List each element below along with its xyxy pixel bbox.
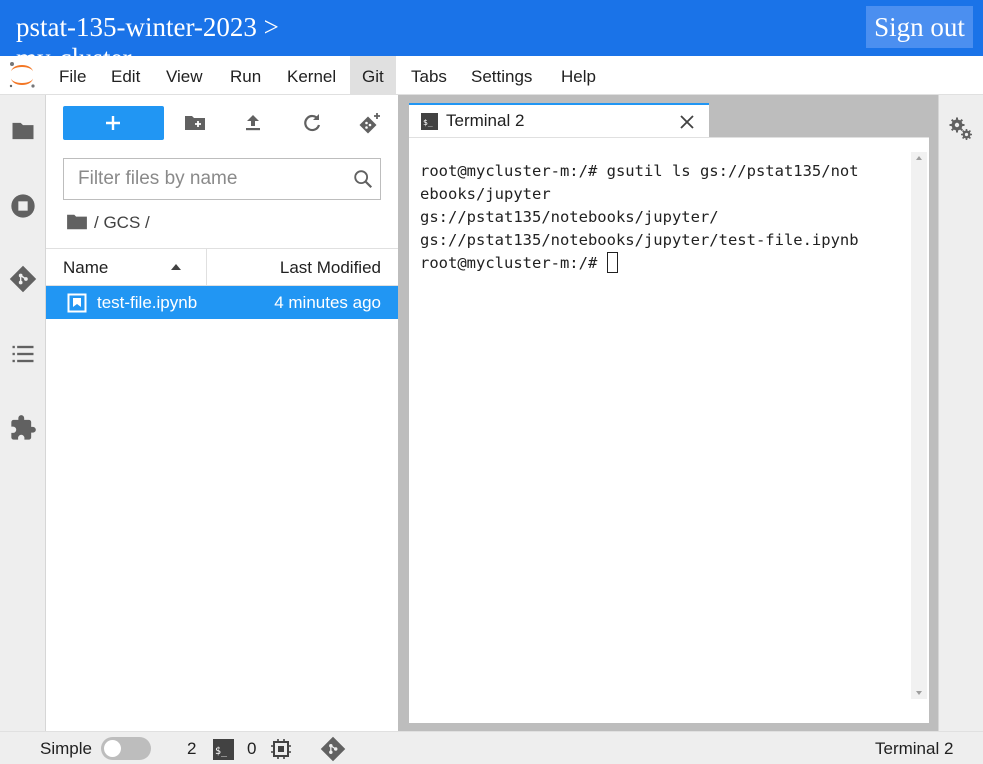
terminal-line: gs://pstat135/notebooks/jupyter/test-fil… — [420, 231, 859, 249]
current-activity-label: Terminal 2 — [875, 739, 954, 758]
sort-ascending-icon — [171, 264, 181, 270]
terminal-line: root@mycluster-m:/# gsutil ls gs://pstat… — [420, 162, 859, 180]
terminal-prompt: root@mycluster-m:/# — [420, 254, 607, 272]
kernel-chip-icon[interactable] — [270, 738, 292, 760]
svg-text:$_: $_ — [215, 746, 228, 757]
breadcrumb-cluster[interactable]: my-cluster — [16, 41, 131, 56]
git-icon[interactable] — [9, 265, 37, 293]
new-folder-icon[interactable] — [183, 111, 207, 135]
running-icon[interactable] — [9, 192, 37, 220]
terminal-count[interactable]: 2 — [187, 732, 196, 764]
terminal-icon[interactable]: $_ — [213, 739, 234, 760]
column-divider[interactable] — [206, 249, 207, 285]
menu-run[interactable]: Run — [218, 56, 273, 95]
breadcrumb-path[interactable]: / GCS / — [94, 213, 150, 232]
main-dock-area: $_ Terminal 2 root@mycluster-m:/# gsutil… — [398, 95, 938, 731]
git-clone-icon[interactable] — [358, 111, 382, 135]
tab-terminal-2[interactable]: $_ Terminal 2 — [409, 103, 709, 137]
file-filter-input[interactable] — [65, 160, 335, 198]
git-status-icon[interactable] — [320, 736, 346, 762]
property-inspector-gears-icon[interactable] — [948, 116, 974, 142]
kernel-count[interactable]: 0 — [247, 732, 256, 764]
terminal-line: ebooks/jupyter — [420, 185, 551, 203]
menu-view[interactable]: View — [154, 56, 215, 95]
terminal-icon: $_ — [421, 113, 438, 130]
folder-icon[interactable] — [9, 117, 37, 145]
extension-icon[interactable] — [9, 414, 37, 442]
terminal-scrollbar[interactable] — [911, 152, 927, 699]
menu-kernel[interactable]: Kernel — [275, 56, 348, 95]
search-icon — [354, 170, 373, 189]
terminal-line: gs://pstat135/notebooks/jupyter/ — [420, 208, 719, 226]
column-header-last-modified[interactable]: Last Modified — [280, 249, 381, 285]
upload-icon[interactable] — [241, 111, 265, 135]
terminal-prompt-line: root@mycluster-m:/# — [420, 252, 859, 275]
jupyter-logo-icon — [9, 62, 35, 88]
file-filter-field[interactable] — [63, 158, 381, 200]
status-bar: Simple 2 $_ 0 Terminal 2 — [0, 731, 983, 764]
menu-edit[interactable]: Edit — [99, 56, 152, 95]
left-activity-bar — [0, 95, 46, 731]
plus-icon — [106, 116, 120, 130]
file-name: test-file.ipynb — [97, 293, 198, 312]
file-list-item[interactable]: test-file.ipynb 4 minutes ago — [46, 286, 398, 319]
menu-tabs[interactable]: Tabs — [399, 56, 459, 95]
column-header-name[interactable]: Name — [63, 249, 108, 285]
refresh-icon[interactable] — [300, 111, 324, 135]
scroll-down-arrow-icon[interactable] — [916, 691, 922, 695]
toggle-knob — [104, 740, 121, 757]
sign-out-button[interactable]: Sign out — [866, 6, 973, 48]
simple-mode-toggle[interactable] — [101, 737, 151, 760]
right-sidebar — [938, 95, 983, 731]
menu-file[interactable]: File — [47, 56, 98, 95]
breadcrumb-project[interactable]: pstat-135-winter-2023 > — [16, 10, 279, 44]
new-launcher-button[interactable] — [63, 106, 164, 140]
menu-bar: File Edit View Run Kernel Git Tabs Setti… — [0, 56, 983, 95]
scroll-up-arrow-icon[interactable] — [916, 156, 922, 160]
file-browser-panel: / GCS / Name Last Modified test-file.ipy… — [46, 95, 398, 731]
tab-label: Terminal 2 — [446, 111, 525, 130]
terminal-cursor — [606, 252, 618, 273]
file-list-header: Name Last Modified — [46, 248, 398, 286]
top-banner: pstat-135-winter-2023 > my-cluster Sign … — [0, 0, 983, 56]
home-folder-icon[interactable] — [66, 213, 88, 231]
terminal-panel[interactable]: root@mycluster-m:/# gsutil ls gs://pstat… — [409, 137, 929, 723]
notebook-icon — [67, 293, 87, 313]
svg-text:$_: $_ — [423, 118, 433, 127]
menu-git[interactable]: Git — [350, 56, 396, 95]
table-of-contents-icon[interactable] — [9, 340, 37, 368]
terminal-output[interactable]: root@mycluster-m:/# gsutil ls gs://pstat… — [420, 160, 859, 275]
file-breadcrumb[interactable]: / GCS / — [66, 213, 150, 235]
menu-help[interactable]: Help — [549, 56, 608, 95]
close-icon[interactable] — [679, 114, 695, 130]
file-modified: 4 minutes ago — [274, 293, 381, 312]
simple-mode-label: Simple — [40, 739, 92, 758]
menu-settings[interactable]: Settings — [459, 56, 544, 95]
